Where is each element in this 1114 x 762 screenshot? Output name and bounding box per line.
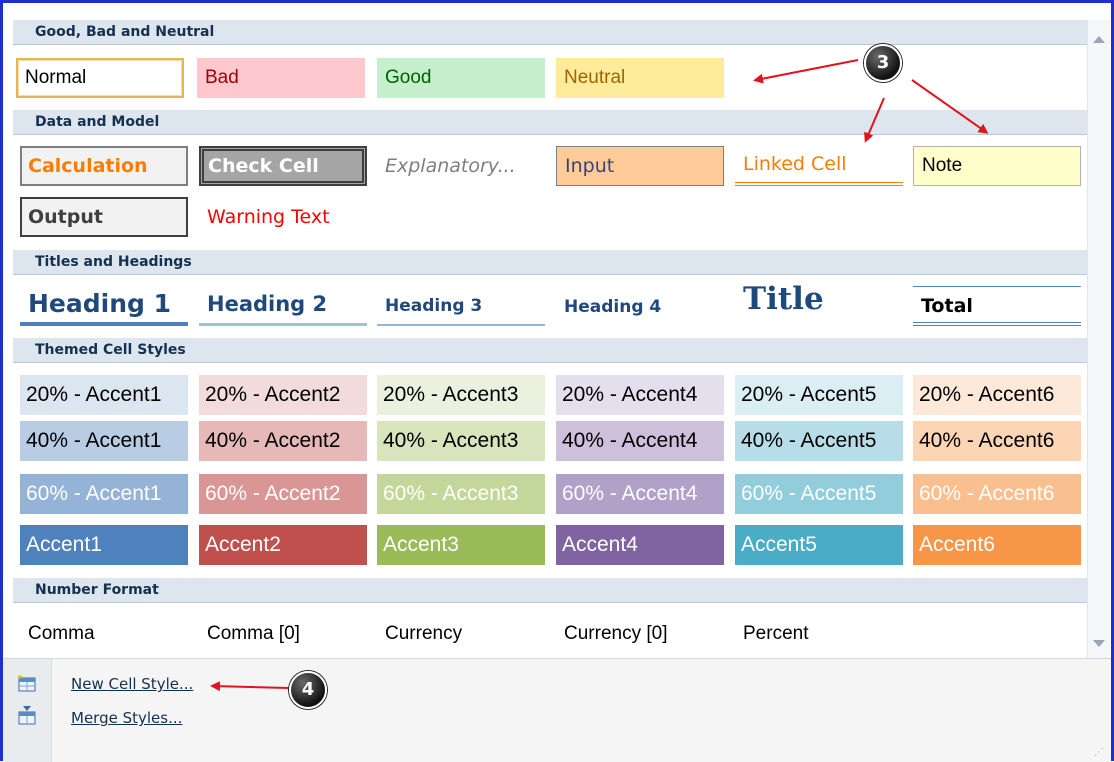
style-accent3[interactable]: Accent3 xyxy=(377,525,545,565)
style-20-accent3[interactable]: 20% - Accent3 xyxy=(377,375,545,415)
merge-styles-icon xyxy=(18,706,36,725)
style-40-accent3[interactable]: 40% - Accent3 xyxy=(377,421,545,461)
style-note[interactable]: Note xyxy=(913,146,1081,186)
resize-grip-icon[interactable]: ⋰ xyxy=(1094,747,1105,758)
callout-badge-3: 3 xyxy=(864,44,902,82)
style-40-accent5[interactable]: 40% - Accent5 xyxy=(735,421,903,461)
style-20-accent4[interactable]: 20% - Accent4 xyxy=(556,375,724,415)
style-total[interactable]: Total xyxy=(913,286,1081,326)
style-40-accent2[interactable]: 40% - Accent2 xyxy=(199,421,367,461)
style-60-accent4[interactable]: 60% - Accent4 xyxy=(556,474,724,514)
style-accent4[interactable]: Accent4 xyxy=(556,525,724,565)
style-calculation[interactable]: Calculation xyxy=(20,146,188,186)
section-header-titles-and-headings: Titles and Headings xyxy=(13,250,1087,275)
style-comma-0[interactable]: Comma [0] xyxy=(199,614,367,654)
style-percent[interactable]: Percent xyxy=(735,614,903,654)
style-heading-2[interactable]: Heading 2 xyxy=(199,286,367,326)
style-title[interactable]: Title xyxy=(735,282,903,322)
new-cell-style-button[interactable]: New Cell Style... xyxy=(71,675,193,693)
style-output[interactable]: Output xyxy=(20,197,188,237)
style-20-accent1[interactable]: 20% - Accent1 xyxy=(20,375,188,415)
style-input[interactable]: Input xyxy=(556,146,724,186)
style-60-accent5[interactable]: 60% - Accent5 xyxy=(735,474,903,514)
style-60-accent1[interactable]: 60% - Accent1 xyxy=(20,474,188,514)
scroll-up-arrow-icon[interactable] xyxy=(1093,36,1105,43)
style-explanatory[interactable]: Explanatory... xyxy=(377,146,545,186)
style-normal[interactable]: Normal xyxy=(16,58,184,98)
style-neutral[interactable]: Neutral xyxy=(556,58,724,98)
style-60-accent3[interactable]: 60% - Accent3 xyxy=(377,474,545,514)
style-bad[interactable]: Bad xyxy=(197,58,365,98)
section-header-data-and-model: Data and Model xyxy=(13,110,1087,135)
style-20-accent5[interactable]: 20% - Accent5 xyxy=(735,375,903,415)
style-heading-3[interactable]: Heading 3 xyxy=(377,286,545,326)
gallery-commands: New Cell Style... Merge Styles... ⋰ xyxy=(3,658,1111,762)
new-cell-style-icon xyxy=(17,674,36,692)
merge-styles-button[interactable]: Merge Styles... xyxy=(71,709,182,727)
cell-styles-gallery: Good, Bad and Neutral Normal Bad Good Ne… xyxy=(13,20,1087,658)
style-linked-cell[interactable]: Linked Cell xyxy=(735,146,903,186)
style-20-accent2[interactable]: 20% - Accent2 xyxy=(199,375,367,415)
style-heading-4[interactable]: Heading 4 xyxy=(556,286,724,326)
style-accent1[interactable]: Accent1 xyxy=(20,525,188,565)
style-warning-text[interactable]: Warning Text xyxy=(199,197,367,237)
style-accent6[interactable]: Accent6 xyxy=(913,525,1081,565)
style-heading-1[interactable]: Heading 1 xyxy=(20,286,188,326)
style-accent5[interactable]: Accent5 xyxy=(735,525,903,565)
style-60-accent2[interactable]: 60% - Accent2 xyxy=(199,474,367,514)
callout-badge-4: 4 xyxy=(289,671,327,709)
style-currency[interactable]: Currency xyxy=(377,614,545,654)
scroll-down-arrow-icon[interactable] xyxy=(1093,640,1105,647)
style-good[interactable]: Good xyxy=(377,58,545,98)
style-currency-0[interactable]: Currency [0] xyxy=(556,614,724,654)
style-check-cell[interactable]: Check Cell xyxy=(199,146,367,186)
style-40-accent6[interactable]: 40% - Accent6 xyxy=(913,421,1081,461)
section-header-good-bad-neutral: Good, Bad and Neutral xyxy=(13,20,1087,45)
section-header-themed-cell-styles: Themed Cell Styles xyxy=(13,338,1087,363)
section-header-number-format: Number Format xyxy=(13,578,1087,603)
gallery-scrollbar[interactable] xyxy=(1087,20,1110,658)
style-20-accent6[interactable]: 20% - Accent6 xyxy=(913,375,1081,415)
style-60-accent6[interactable]: 60% - Accent6 xyxy=(913,474,1081,514)
style-40-accent4[interactable]: 40% - Accent4 xyxy=(556,421,724,461)
style-comma[interactable]: Comma xyxy=(20,614,188,654)
style-40-accent1[interactable]: 40% - Accent1 xyxy=(20,421,188,461)
style-accent2[interactable]: Accent2 xyxy=(199,525,367,565)
